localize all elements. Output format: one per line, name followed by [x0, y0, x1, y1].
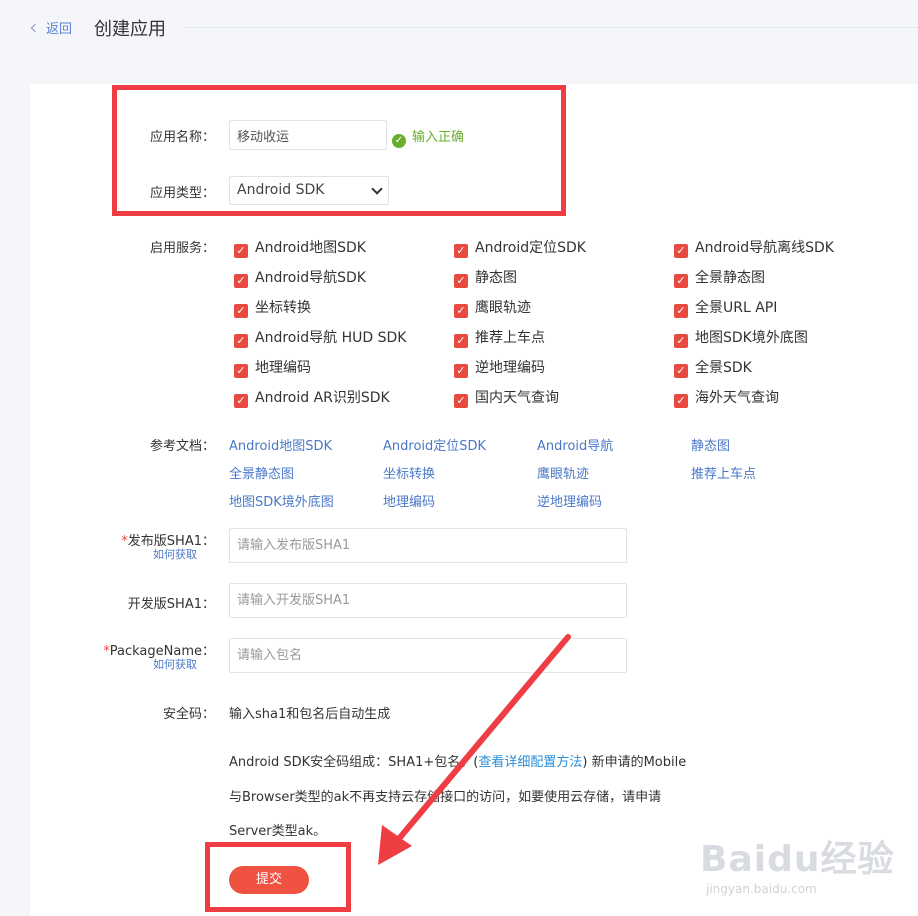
- note-text: ) 新申请的Mobile: [582, 755, 687, 770]
- checkbox-checked-icon: ✓: [454, 274, 468, 288]
- config-method-link[interactable]: 查看详细配置方法: [478, 755, 582, 770]
- app-type-label: 应用类型：: [149, 186, 215, 201]
- checkbox-checked-icon: ✓: [234, 334, 248, 348]
- service-checkbox[interactable]: ✓ 全景SDK: [674, 357, 752, 378]
- checkbox-checked-icon: ✓: [674, 304, 688, 318]
- doc-link[interactable]: Android定位SDK: [383, 435, 486, 454]
- service-label: Android导航SDK: [255, 270, 366, 286]
- note-line-2: 与Browser类型的ak不再支持云存储接口的访问，如要使用云存储，请申请: [229, 790, 662, 805]
- service-checkbox[interactable]: ✓ 海外天气查询: [674, 387, 779, 408]
- app-name-valid: ✓ 输入正确: [392, 126, 464, 148]
- service-checkbox[interactable]: ✓ 地图SDK境外底图: [674, 327, 808, 348]
- service-checkbox[interactable]: ✓ 静态图: [454, 267, 517, 288]
- services-label: 启用服务：: [149, 241, 215, 256]
- doc-link[interactable]: 全景静态图: [229, 463, 294, 482]
- note-text: Android SDK安全码组成：SHA1+包名。(: [229, 755, 479, 770]
- checkbox-checked-icon: ✓: [454, 394, 468, 408]
- app-name-input[interactable]: [229, 120, 387, 150]
- release-sha1-help-link[interactable]: 如何获取: [30, 546, 197, 562]
- app-type-select[interactable]: Android SDK: [229, 176, 389, 205]
- service-checkbox[interactable]: ✓ 地理编码: [234, 357, 311, 378]
- security-code-value: 输入sha1和包名后自动生成: [229, 707, 391, 722]
- doc-link[interactable]: Android地图SDK: [229, 435, 332, 454]
- service-label: 海外天气查询: [695, 390, 779, 406]
- service-label: 全景静态图: [695, 270, 765, 286]
- note-line-1: Android SDK安全码组成：SHA1+包名。(查看详细配置方法) 新申请的…: [229, 751, 686, 770]
- back-link[interactable]: 返回: [30, 18, 73, 37]
- service-label: Android定位SDK: [475, 240, 586, 256]
- submit-button[interactable]: 提交: [229, 866, 309, 894]
- service-checkbox[interactable]: ✓ Android地图SDK: [234, 237, 366, 258]
- header-divider: [185, 27, 918, 28]
- chevron-down-icon: [371, 183, 383, 195]
- checkbox-checked-icon: ✓: [454, 334, 468, 348]
- app-type-value: Android SDK: [237, 182, 325, 198]
- service-label: 逆地理编码: [475, 360, 545, 376]
- chevron-left-icon: [30, 23, 40, 33]
- app-name-label: 应用名称：: [149, 130, 215, 145]
- dev-sha1-label: 开发版SHA1：: [127, 597, 215, 612]
- service-label: 推荐上车点: [475, 330, 545, 346]
- checkbox-checked-icon: ✓: [674, 244, 688, 258]
- checkbox-checked-icon: ✓: [234, 244, 248, 258]
- service-label: 坐标转换: [255, 300, 311, 316]
- service-label: 静态图: [475, 270, 517, 286]
- service-checkbox[interactable]: ✓ Android导航 HUD SDK: [234, 327, 406, 348]
- doc-link[interactable]: 鹰眼轨迹: [537, 463, 589, 482]
- checkbox-checked-icon: ✓: [674, 274, 688, 288]
- service-label: 鹰眼轨迹: [475, 300, 531, 316]
- top-bar: 返回 创建应用: [0, 0, 918, 56]
- service-label: 地图SDK境外底图: [695, 330, 808, 346]
- checkbox-checked-icon: ✓: [674, 364, 688, 378]
- service-checkbox[interactable]: ✓ Android AR识别SDK: [234, 387, 390, 408]
- service-checkbox[interactable]: ✓ Android导航SDK: [234, 267, 366, 288]
- service-checkbox[interactable]: ✓ 全景URL API: [674, 297, 777, 318]
- service-label: Android地图SDK: [255, 240, 366, 256]
- service-checkbox[interactable]: ✓ 推荐上车点: [454, 327, 545, 348]
- service-checkbox[interactable]: ✓ 坐标转换: [234, 297, 311, 318]
- service-label: Android导航离线SDK: [695, 240, 834, 256]
- checkbox-checked-icon: ✓: [234, 394, 248, 408]
- doc-link[interactable]: Android导航: [537, 435, 613, 454]
- doc-link[interactable]: 坐标转换: [383, 463, 435, 482]
- service-checkbox[interactable]: ✓ Android导航离线SDK: [674, 237, 834, 258]
- release-sha1-input[interactable]: [229, 528, 627, 563]
- checkbox-checked-icon: ✓: [454, 244, 468, 258]
- checkbox-checked-icon: ✓: [234, 364, 248, 378]
- doc-link[interactable]: 地图SDK境外底图: [229, 491, 334, 510]
- service-label: 地理编码: [255, 360, 311, 376]
- note-line-3: Server类型ak。: [229, 824, 327, 839]
- service-checkbox[interactable]: ✓ 全景静态图: [674, 267, 765, 288]
- doc-link[interactable]: 地理编码: [383, 491, 435, 510]
- page-title: 创建应用: [94, 19, 166, 40]
- service-label: Android导航 HUD SDK: [255, 330, 407, 346]
- service-checkbox[interactable]: ✓ Android定位SDK: [454, 237, 586, 258]
- valid-text: 输入正确: [412, 130, 465, 145]
- service-checkbox[interactable]: ✓ 国内天气查询: [454, 387, 559, 408]
- package-name-input[interactable]: [229, 638, 627, 673]
- service-label: 国内天气查询: [475, 390, 559, 406]
- doc-link[interactable]: 推荐上车点: [691, 463, 756, 482]
- checkbox-checked-icon: ✓: [674, 394, 688, 408]
- dev-sha1-input[interactable]: [229, 583, 627, 618]
- checkbox-checked-icon: ✓: [454, 304, 468, 318]
- security-code-label: 安全码：: [162, 707, 215, 722]
- service-label: 全景SDK: [695, 360, 752, 376]
- service-checkbox[interactable]: ✓ 鹰眼轨迹: [454, 297, 531, 318]
- doc-link[interactable]: 静态图: [691, 435, 730, 454]
- checkbox-checked-icon: ✓: [234, 304, 248, 318]
- docs-label: 参考文档：: [149, 439, 215, 454]
- service-label: 全景URL API: [695, 300, 778, 316]
- check-circle-icon: ✓: [392, 134, 406, 148]
- service-label: Android AR识别SDK: [255, 390, 390, 406]
- service-checkbox[interactable]: ✓ 逆地理编码: [454, 357, 545, 378]
- package-name-help-link[interactable]: 如何获取: [30, 656, 197, 672]
- checkbox-checked-icon: ✓: [674, 334, 688, 348]
- back-label: 返回: [46, 22, 73, 37]
- doc-link[interactable]: 逆地理编码: [537, 491, 602, 510]
- checkbox-checked-icon: ✓: [454, 364, 468, 378]
- checkbox-checked-icon: ✓: [234, 274, 248, 288]
